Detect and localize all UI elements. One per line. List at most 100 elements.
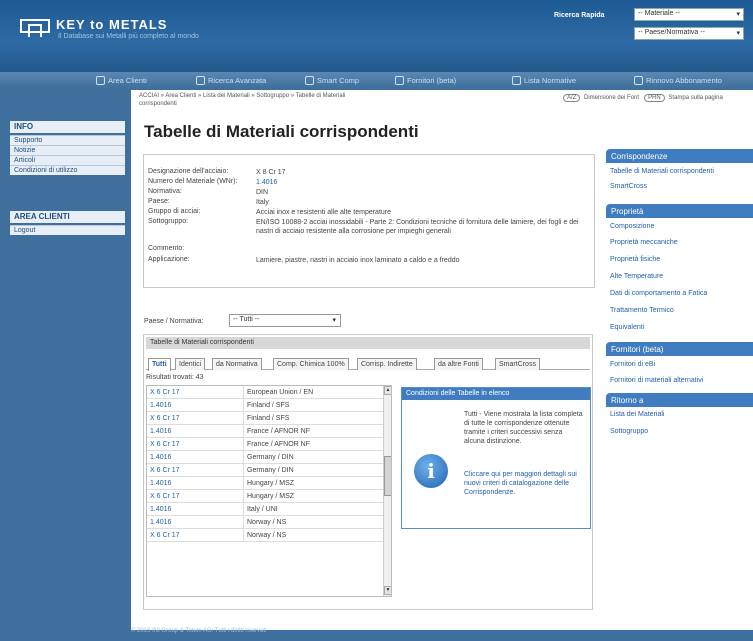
tab-comp-chimica[interactable]: Comp. Chimica 100% [273,358,349,370]
table-row[interactable]: 1.4016 Finland / SFS [147,399,383,412]
nav-item-label: Smart Comp [317,76,360,85]
country-cell: Germany / DIN [243,451,383,464]
results-list: X 6 Cr 17 European Union / EN 1.4016 Finla… [146,385,392,597]
country-cell: France / AFNOR NF [243,438,383,451]
country-cell: Norway / NS [243,516,383,529]
logo-title[interactable]: KEY to METALS [56,17,167,32]
table-row[interactable]: X 6 Cr 17 Finland / SFS [147,412,383,425]
table-row[interactable]: X 6 Cr 17 Norway / NS [147,529,383,542]
link-fatica[interactable]: Dati di comportamento a Fatica [610,290,707,297]
tab-identici[interactable]: Identici [175,358,206,370]
sidebar-head-info: INFO [10,121,125,133]
country-cell: Germany / DIN [243,464,383,477]
logo-subtitle: Il Database sui Metalli più completo al … [58,33,199,40]
link-composizione[interactable]: Composizione [610,223,654,230]
scroll-down-icon[interactable]: ▼ [384,586,391,595]
nav-lista-normative[interactable]: Lista Normative [512,76,576,85]
link-smartcross[interactable]: SmartCross [610,183,647,190]
link-alte-temperature[interactable]: Alte Temperature [610,273,663,280]
material-link[interactable]: X 6 Cr 17 [150,467,180,474]
footer-copyright: © 2015 INI Group & Totum AG. Tutti i dir… [131,628,267,634]
material-link[interactable]: X 6 Cr 17 [150,389,180,396]
font-size-icon[interactable]: A/Z [563,94,581,102]
info-value-link[interactable]: 1.4016 [256,178,586,187]
tab-smartcross[interactable]: SmartCross [495,358,540,370]
material-link[interactable]: 1.4016 [150,454,171,461]
nav-area-clienti[interactable]: Area Clienti [96,76,147,85]
link-lista-materiali[interactable]: Lista dei Materiali [610,411,664,418]
info-value: Italy [256,199,269,206]
scroll-up-icon[interactable]: ▲ [384,386,391,395]
country-filter-select[interactable]: -- Tutti -- ▾ [229,314,341,327]
link-equivalenti[interactable]: Equivalenti [610,324,644,331]
table-row[interactable]: 1.4016 Germany / DIN [147,451,383,464]
sidebar-item-supporto[interactable]: Supporto [10,135,125,145]
tab-bar: Tutti Identici da Normativa Comp. Chimic… [146,356,590,371]
sidebar-item-condizioni[interactable]: Condizioni di utilizzo [10,165,125,175]
breadcrumb-line[interactable]: ACCIAI » Area Clienti » Lista dei Materi… [139,92,439,100]
table-row[interactable]: 1.4016 Italy / UNI [147,503,383,516]
nav-smart-comp[interactable]: Smart Comp [305,76,359,85]
tab-tutti[interactable]: Tutti [148,358,171,371]
main-content: ACCIAI » Area Clienti » Lista dei Materi… [131,90,753,630]
country-cell: Finland / SFS [243,412,383,425]
nav-item-label: Rinnovo Abbonamento [646,76,722,85]
link-fisiche[interactable]: Proprietà fisiche [610,256,660,263]
material-link[interactable]: 1.4016 [150,480,171,487]
chevron-down-icon: ▾ [736,11,740,18]
table-row[interactable]: 1.4016 Norway / NS [147,516,383,529]
scrollbar-thumb[interactable] [384,456,391,496]
table-row[interactable]: X 6 Cr 17 Germany / DIN [147,464,383,477]
sidebar-item-logout[interactable]: Logout [10,225,125,235]
logo-icon[interactable] [20,19,50,37]
link-tabelle[interactable]: Tabelle di Materiali corrispondenti [610,168,714,175]
compare-icon [305,76,314,85]
material-link[interactable]: X 6 Cr 17 [150,415,180,422]
sidebar: INFO Supporto Notizie Articoli Condizion… [0,90,125,641]
popup-title: Condizioni delle Tabelle in elenco [402,388,590,400]
info-label: Paese: [148,198,170,205]
popup-details-link[interactable]: Cliccare qui per maggiori dettagli sui n… [464,470,584,497]
table-row[interactable]: X 6 Cr 17 France / AFNOR NF [147,438,383,451]
info-label: Numero del Materiale (WNr): [148,178,238,185]
country-cell: France / AFNOR NF [243,425,383,438]
sidebar-item-articoli[interactable]: Articoli [10,155,125,165]
material-link[interactable]: X 6 Cr 17 [150,493,180,500]
table-row[interactable]: X 6 Cr 17 Hungary / MSZ [147,490,383,503]
material-link[interactable]: 1.4016 [150,519,171,526]
print-icon[interactable]: PRN [644,94,665,102]
sidebar-item-notizie[interactable]: Notizie [10,145,125,155]
material-link[interactable]: X 6 Cr 17 [150,441,180,448]
link-fornitori-ebi[interactable]: Fornitori di eBi [610,361,655,368]
info-icon: i [414,454,448,488]
font-size-link[interactable]: Dimensione dei Font [584,95,639,101]
nav-rinnovo[interactable]: Rinnovo Abbonamento [634,76,722,85]
material-link[interactable]: 1.4016 [150,428,171,435]
list-scrollbar[interactable]: ▲ ▼ [383,386,391,596]
material-link[interactable]: X 6 Cr 17 [150,532,180,539]
material-link[interactable]: 1.4016 [150,506,171,513]
link-fornitori-alternativi[interactable]: Fornitori di materiali alternativi [610,377,703,384]
material-select[interactable]: -- Materiale -- ▾ [634,8,744,21]
print-link[interactable]: Stampa sulla pagina [668,95,722,101]
list-icon [512,76,521,85]
table-row[interactable]: 1.4016 Hungary / MSZ [147,477,383,490]
table-row[interactable]: X 6 Cr 17 European Union / EN [147,386,383,399]
link-sottogruppo[interactable]: Sottogruppo [610,428,648,435]
table-row[interactable]: 1.4016 France / AFNOR NF [147,425,383,438]
nav-item-label: Fornitori (beta) [407,76,457,85]
breadcrumb[interactable]: ACCIAI » Area Clienti » Lista dei Materi… [139,92,439,108]
link-trattamento[interactable]: Trattamento Termico [610,307,674,314]
country-cell: Hungary / MSZ [243,490,383,503]
header: KEY to METALS Il Database sui Metalli pi… [0,0,753,72]
country-select[interactable]: -- Paese/Normativa -- ▾ [634,27,744,40]
nav-ricerca-avanzata[interactable]: Ricerca Avanzata [196,76,266,85]
material-link[interactable]: 1.4016 [150,402,171,409]
tab-corrisp-indirette[interactable]: Corrisp. Indirette [357,358,417,370]
section-corrispondenze: Corrispondenze [606,149,753,163]
tab-da-normativa[interactable]: da Normativa [212,358,262,370]
section-ritorno: Ritorno a [606,393,753,407]
tab-altre-fonti[interactable]: da altre Fonti [434,358,483,370]
nav-fornitori[interactable]: Fornitori (beta) [395,76,456,85]
link-meccaniche[interactable]: Proprietà meccaniche [610,239,678,246]
